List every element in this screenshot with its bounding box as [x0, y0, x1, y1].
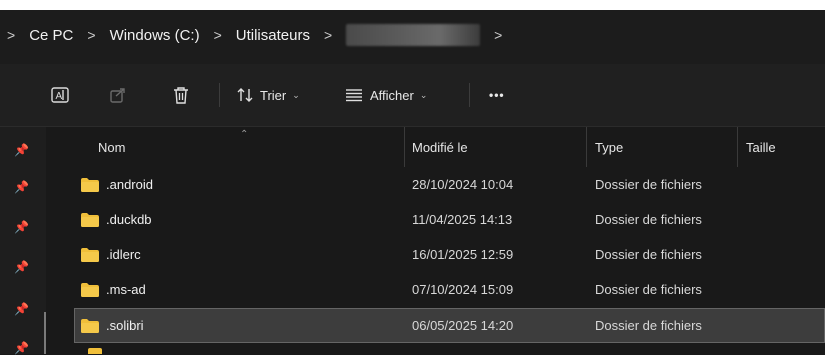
- window-top-strip: [0, 0, 825, 10]
- file-row[interactable]: .idlerc 16/01/2025 12:59 Dossier de fich…: [74, 237, 825, 272]
- file-name: .solibri: [106, 318, 144, 333]
- column-name[interactable]: Nom: [98, 127, 125, 167]
- view-label: Afficher: [370, 87, 414, 103]
- breadcrumb-drive-c[interactable]: Windows (C:): [110, 27, 200, 44]
- file-modified: 28/10/2024 10:04: [412, 177, 514, 192]
- file-row[interactable]: .ms-ad 07/10/2024 15:09 Dossier de fichi…: [74, 272, 825, 307]
- breadcrumb-separator-icon[interactable]: >: [324, 27, 332, 43]
- column-divider[interactable]: [586, 127, 587, 167]
- file-modified: 11/04/2025 14:13: [412, 212, 513, 227]
- sort-icon: [237, 88, 253, 102]
- file-name: .duckdb: [106, 212, 152, 227]
- pin-icon[interactable]: 📌: [14, 260, 29, 274]
- view-list-icon: [346, 89, 362, 102]
- file-row-selected[interactable]: .solibri 06/05/2025 14:20 Dossier de fic…: [74, 308, 825, 343]
- column-size[interactable]: Taille: [746, 127, 776, 167]
- folder-icon: [81, 318, 99, 333]
- toolbar-divider: [469, 83, 470, 107]
- breadcrumb-users[interactable]: Utilisateurs: [236, 27, 310, 44]
- rename-button[interactable]: A: [50, 64, 70, 126]
- file-name: .idlerc: [106, 247, 141, 262]
- pin-icon[interactable]: 📌: [14, 220, 29, 234]
- breadcrumb-separator-icon[interactable]: >: [214, 27, 222, 43]
- column-header: ⌃ Nom Modifié le Type Taille: [46, 127, 825, 167]
- toolbar-divider: [219, 83, 220, 107]
- nav-selection-indicator: [44, 312, 46, 354]
- column-divider[interactable]: [404, 127, 405, 167]
- file-type: Dossier de fichiers: [595, 282, 702, 297]
- pin-icon[interactable]: 📌: [14, 302, 29, 316]
- folder-icon: [81, 247, 99, 262]
- file-name: .ms-ad: [106, 282, 146, 297]
- more-options-button[interactable]: •••: [489, 64, 505, 126]
- breadcrumb-separator-icon[interactable]: >: [494, 27, 502, 43]
- sort-ascending-icon: ⌃: [240, 129, 249, 140]
- pin-icon[interactable]: 📌: [14, 341, 29, 355]
- share-icon: [110, 88, 125, 103]
- breadcrumb-this-pc[interactable]: Ce PC: [29, 27, 73, 44]
- pin-icon[interactable]: 📌: [14, 180, 29, 194]
- file-name: .android: [106, 177, 153, 192]
- chevron-down-icon: ⌄: [292, 89, 300, 100]
- column-type[interactable]: Type: [595, 127, 623, 167]
- trash-icon: [174, 86, 188, 104]
- file-type: Dossier de fichiers: [595, 318, 702, 333]
- sort-label: Trier: [260, 87, 287, 103]
- file-modified: 06/05/2025 14:20: [412, 318, 514, 333]
- rename-icon: A: [51, 87, 69, 103]
- file-type: Dossier de fichiers: [595, 177, 702, 192]
- file-type: Dossier de fichiers: [595, 247, 702, 262]
- breadcrumb-username-redacted[interactable]: [346, 24, 481, 46]
- folder-icon: [81, 282, 99, 297]
- breadcrumb: > Ce PC > Windows (C:) > Utilisateurs > …: [0, 10, 516, 60]
- share-button[interactable]: [109, 64, 127, 126]
- address-bar[interactable]: > Ce PC > Windows (C:) > Utilisateurs > …: [0, 10, 825, 65]
- file-modified: 16/01/2025 12:59: [412, 247, 514, 262]
- delete-button[interactable]: [172, 64, 190, 126]
- folder-icon: [88, 348, 102, 354]
- command-bar: A Trier ⌄ Afficher ⌄ •••: [0, 64, 825, 127]
- file-row[interactable]: .android 28/10/2024 10:04 Dossier de fic…: [74, 167, 825, 202]
- pin-icon[interactable]: 📌: [14, 143, 29, 157]
- folder-icon: [81, 212, 99, 227]
- navigation-pane: 📌 📌 📌 📌 📌 📌: [0, 127, 46, 355]
- chevron-down-icon: ⌄: [419, 89, 428, 100]
- breadcrumb-separator-icon[interactable]: >: [87, 27, 95, 43]
- sort-button[interactable]: Trier ⌄: [236, 64, 300, 126]
- column-divider[interactable]: [737, 127, 738, 167]
- file-row[interactable]: .duckdb 11/04/2025 14:13 Dossier de fich…: [74, 202, 825, 237]
- svg-text:A: A: [56, 91, 63, 102]
- more-icon: •••: [489, 88, 505, 102]
- folder-icon: [81, 177, 99, 192]
- view-button[interactable]: Afficher ⌄: [345, 64, 427, 126]
- column-modified[interactable]: Modifié le: [412, 127, 468, 167]
- breadcrumb-expand-icon[interactable]: >: [7, 27, 15, 43]
- file-type: Dossier de fichiers: [595, 212, 702, 227]
- file-modified: 07/10/2024 15:09: [412, 282, 514, 297]
